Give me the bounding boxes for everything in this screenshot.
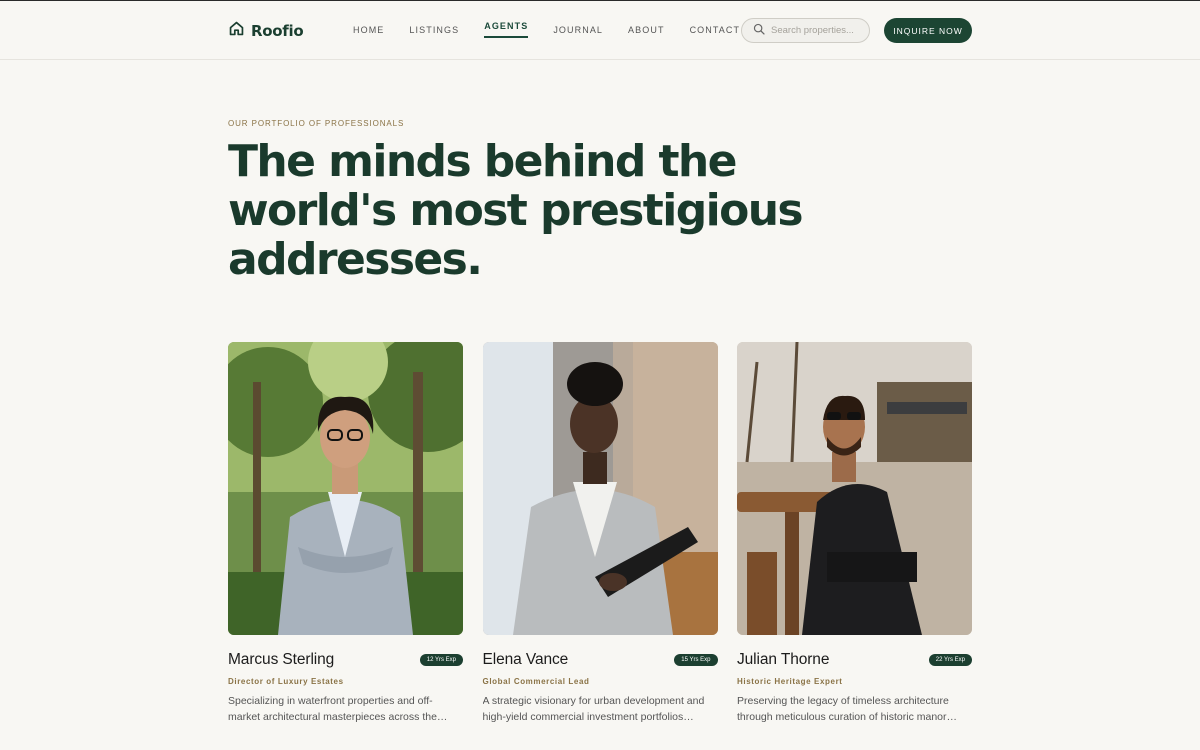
hero-eyebrow: OUR PORTFOLIO OF PROFESSIONALS bbox=[228, 119, 405, 128]
site-header: Roofio HOME LISTINGS AGENTS JOURNAL ABOU… bbox=[0, 1, 1200, 60]
agent-bio: A strategic visionary for urban developm… bbox=[482, 695, 705, 723]
logo[interactable]: Roofio bbox=[228, 20, 304, 42]
nav-item-contact[interactable]: CONTACT bbox=[690, 25, 741, 38]
agent-photo[interactable] bbox=[228, 342, 463, 635]
search-box bbox=[741, 18, 870, 43]
nav-item-journal[interactable]: JOURNAL bbox=[553, 25, 603, 38]
experience-badge: 15 Yrs Exp bbox=[674, 654, 718, 666]
experience-badge: 22 Yrs Exp bbox=[928, 654, 972, 666]
agent-card[interactable]: Marcus Sterling 12 Yrs Exp Director of L… bbox=[228, 342, 463, 725]
main-nav: HOME LISTINGS AGENTS JOURNAL ABOUT CONTA… bbox=[353, 21, 765, 38]
search-input[interactable] bbox=[771, 25, 861, 36]
agent-role: Historic Heritage Expert bbox=[737, 677, 843, 686]
agent-role: Global Commercial Lead bbox=[482, 677, 590, 686]
headline-line-1: The minds behind the bbox=[228, 136, 737, 187]
nav-item-home[interactable]: HOME bbox=[353, 25, 384, 38]
search-icon bbox=[753, 22, 765, 40]
nav-item-about[interactable]: ABOUT bbox=[628, 25, 665, 38]
headline-line-3: addresses. bbox=[228, 234, 483, 285]
agent-card-header: Marcus Sterling 12 Yrs Exp bbox=[228, 651, 463, 669]
agent-card[interactable]: Julian Thorne 22 Yrs Exp Historic Herita… bbox=[737, 342, 972, 725]
agent-name: Marcus Sterling bbox=[228, 651, 335, 668]
agent-bio: Specializing in waterfront properties an… bbox=[228, 695, 437, 723]
agent-grid: Marcus Sterling 12 Yrs Exp Director of L… bbox=[228, 342, 972, 725]
agent-photo[interactable] bbox=[737, 342, 972, 635]
home-icon bbox=[228, 20, 245, 42]
nav-item-listings[interactable]: LISTINGS bbox=[409, 25, 459, 38]
agent-name: Julian Thorne bbox=[737, 651, 830, 668]
agent-bio: Preserving the legacy of timeless archit… bbox=[737, 695, 949, 723]
agent-name: Elena Vance bbox=[482, 651, 569, 668]
experience-badge: 12 Yrs Exp bbox=[419, 654, 463, 666]
headline-line-2: world's most prestigious bbox=[228, 185, 804, 236]
agent-card-header: Julian Thorne 22 Yrs Exp bbox=[737, 651, 972, 669]
inquire-now-button[interactable]: INQUIRE NOW bbox=[884, 18, 972, 43]
brand-name: Roofio bbox=[251, 22, 304, 40]
agent-card[interactable]: Elena Vance 15 Yrs Exp Global Commercial… bbox=[482, 342, 718, 725]
agent-photo[interactable] bbox=[482, 342, 718, 635]
agent-role: Director of Luxury Estates bbox=[228, 677, 344, 686]
nav-item-agents[interactable]: AGENTS bbox=[484, 21, 529, 38]
agent-card-header: Elena Vance 15 Yrs Exp bbox=[483, 651, 718, 669]
hero-headline: The minds behind the world's most presti… bbox=[228, 137, 828, 284]
